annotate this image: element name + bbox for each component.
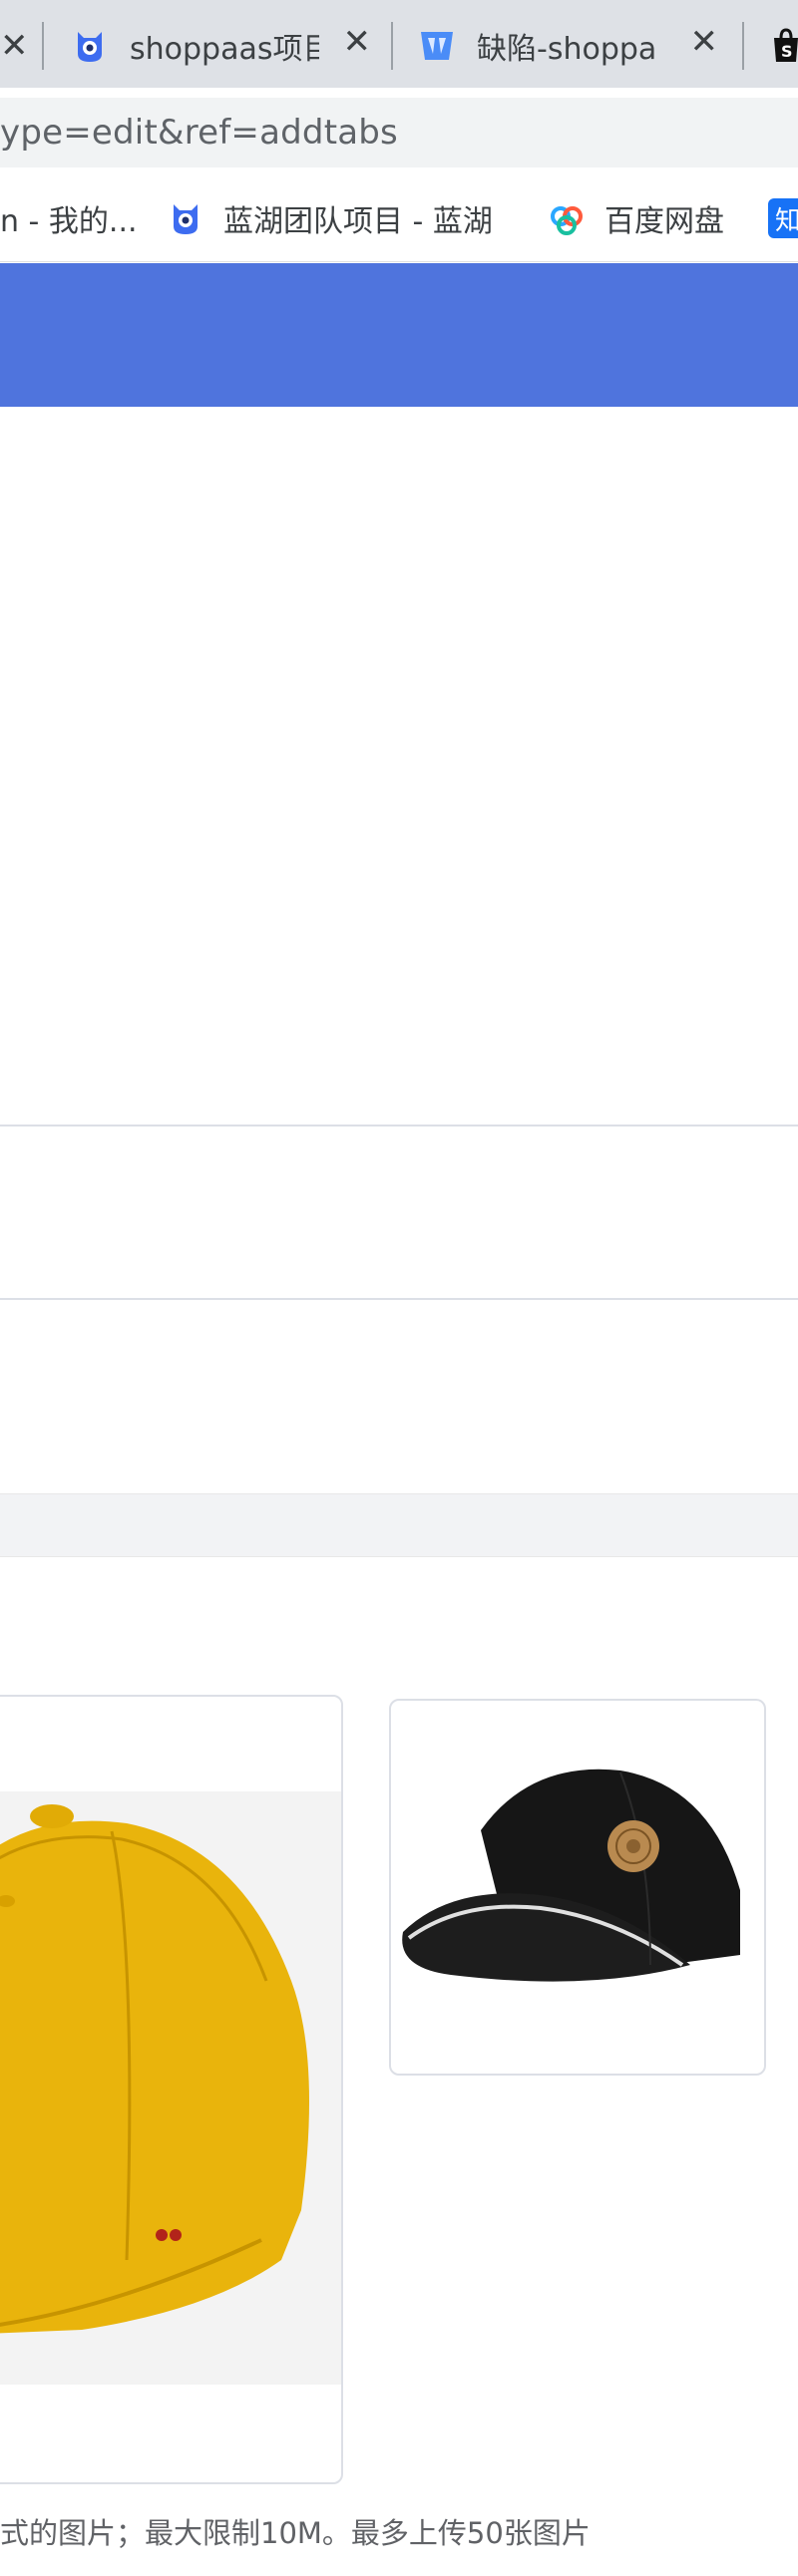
tab-shopify[interactable]: S — [768, 16, 798, 76]
browser-tab-strip: ✕ shoppaas项目 ✕ 缺陷-shoppa ✕ S — [0, 0, 798, 88]
baidu-netdisk-icon — [551, 206, 583, 235]
defect-tracker-icon — [421, 32, 453, 60]
zhihu-icon: 知 — [768, 198, 798, 238]
blue-lake-mascot-icon — [174, 204, 198, 234]
bookmark-label: n - 我的... — [0, 204, 138, 239]
image-card-black-cap[interactable] — [389, 1699, 766, 2076]
tab-separator — [42, 22, 44, 70]
yellow-baseball-cap-image — [0, 1804, 309, 2334]
shopify-bag-icon: S — [774, 28, 798, 62]
section-gap — [0, 1493, 798, 1557]
tab-close-icon[interactable]: ✕ — [0, 22, 29, 70]
bookmark-item[interactable]: 蓝湖团队项目 - 蓝湖 — [168, 195, 493, 241]
black-baseball-cap-image — [402, 1769, 740, 1982]
svg-text:S: S — [781, 42, 793, 61]
bookmark-item[interactable]: n - 我的... — [0, 195, 138, 241]
address-bar: ype=edit&ref=addtabs — [0, 88, 798, 171]
form-panel — [0, 407, 798, 1125]
upload-hint-text: 式的图片；最大限制10M。最多上传50张图片 — [0, 2516, 591, 2550]
tab-close-icon[interactable]: ✕ — [343, 22, 372, 62]
tab-separator — [742, 22, 744, 70]
tab-defect[interactable]: 缺陷-shoppa ✕ — [419, 16, 718, 76]
url-input[interactable]: ype=edit&ref=addtabs — [0, 98, 798, 167]
tab-title: 缺陷-shoppa — [477, 32, 657, 67]
image-card-yellow-cap[interactable] — [0, 1695, 343, 2484]
bookmark-label: 百度网盘 — [604, 204, 724, 239]
tab-close-icon[interactable]: ✕ — [690, 22, 719, 62]
blue-lake-mascot-icon — [78, 32, 102, 62]
tab-title: shoppaas项目 — [130, 32, 319, 67]
bookmarks-bar: n - 我的... 蓝湖团队项目 - 蓝湖 百度网盘 知 — [0, 171, 798, 262]
bookmark-item[interactable]: 百度网盘 — [549, 195, 724, 241]
form-row — [0, 1127, 798, 1298]
bookmark-item[interactable]: 知 — [768, 195, 798, 241]
tab-shoppaas[interactable]: shoppaas项目 ✕ — [72, 16, 371, 76]
bookmark-label: 蓝湖团队项目 - 蓝湖 — [223, 204, 493, 239]
tab-separator — [391, 22, 393, 70]
form-row — [0, 1300, 798, 1493]
image-area — [0, 1791, 341, 2385]
url-text: ype=edit&ref=addtabs — [0, 113, 398, 153]
app-header-bar — [0, 263, 798, 407]
